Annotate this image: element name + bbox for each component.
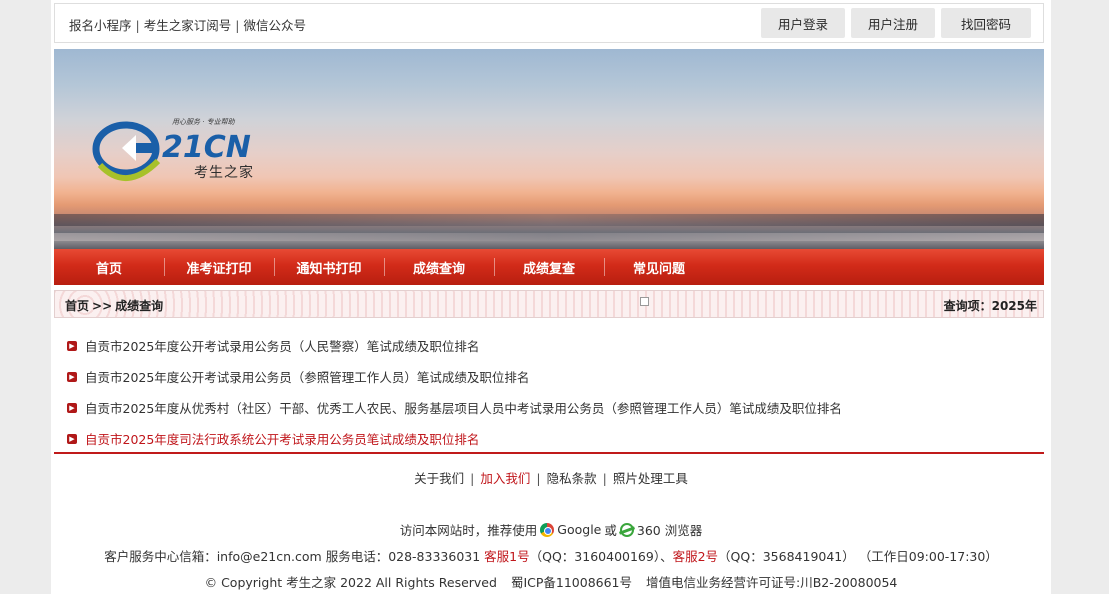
logo-text: 21CN (162, 130, 251, 165)
list-item-title[interactable]: 自贡市2025年度从优秀村（社区）干部、优秀工人农民、服务基层项目人员中考试录用… (85, 398, 842, 417)
banner-cloud-band (54, 233, 1044, 241)
external-link-icon (640, 297, 649, 306)
bullet-arrow-icon: ▶ (67, 402, 77, 413)
nav-item-notice-print[interactable]: 通知书打印 (274, 249, 384, 285)
list-item[interactable]: ▶ 自贡市2025年度公开考试录用公务员（参照管理工作人员）笔试成绩及职位排名 (67, 361, 1027, 392)
work-hours: （工作日09:00-17:30） (858, 549, 998, 564)
kefu2-qq: （QQ：3568419041） (718, 549, 855, 564)
top-link-separator: | (135, 18, 140, 33)
page-container: 报名小程序 | 考生之家订阅号 | 微信公众号 用户登录 用户注册 找回密码 21CN … (51, 0, 1051, 594)
list-item-title[interactable]: 自贡市2025年度司法行政系统公开考试录用公务员笔试成绩及职位排名 (85, 429, 479, 448)
top-link-wechat[interactable]: 微信公众号 (243, 18, 306, 33)
chrome-icon (540, 522, 555, 537)
breadcrumb: 首页 >> 成绩查询 (65, 297, 163, 314)
footer-link-about[interactable]: 关于我们 (414, 471, 464, 486)
breadcrumb-arrow: >> (92, 299, 113, 313)
list-item[interactable]: ▶ 自贡市2025年度从优秀村（社区）干部、优秀工人农民、服务基层项目人员中考试… (67, 392, 1027, 423)
recover-password-button[interactable]: 找回密码 (941, 8, 1031, 38)
bullet-arrow-icon: ▶ (67, 433, 77, 444)
breadcrumb-current: 成绩查询 (115, 299, 164, 313)
register-button[interactable]: 用户注册 (851, 8, 935, 38)
login-button[interactable]: 用户登录 (761, 8, 845, 38)
top-bar: 报名小程序 | 考生之家订阅号 | 微信公众号 用户登录 用户注册 找回密码 (54, 3, 1044, 43)
bullet-arrow-icon: ▶ (67, 340, 77, 351)
top-link-subscription[interactable]: 考生之家订阅号 (144, 18, 232, 33)
copyright-line: © Copyright 考生之家 2022 All Rights Reserve… (51, 572, 1051, 591)
copyright-text: © Copyright 考生之家 2022 All Rights Reserve… (204, 575, 497, 590)
query-item-label: 查询项：2025年 (943, 299, 1037, 313)
top-link-separator: | (235, 18, 240, 33)
contact-info: 客户服务中心信箱：info@e21cn.com 服务电话：028-8333603… (51, 546, 1051, 565)
main-nav: 首页 准考证打印 通知书打印 成绩查询 成绩复查 常见问题 (54, 249, 1044, 285)
nav-item-admission-ticket[interactable]: 准考证打印 (164, 249, 274, 285)
footer-link-privacy[interactable]: 隐私条款 (547, 471, 597, 486)
browser-360: 360 浏览器 (636, 523, 703, 538)
browser-recommendation: 访问本网站时，推荐使用 Google 或 360 浏览器 (51, 520, 1051, 539)
ie-360-icon (619, 522, 634, 537)
footer-link-photo-tool[interactable]: 照片处理工具 (613, 471, 688, 486)
logo-subtitle: 考生之家 (194, 165, 254, 181)
browser-prefix: 访问本网站时，推荐使用 (399, 523, 538, 538)
logo-slogan: 用心服务 · 专业帮助 (172, 118, 235, 126)
footer-link-separator: | (602, 471, 607, 486)
breadcrumb-bar: 首页 >> 成绩查询 查询项：2025年 (54, 290, 1044, 318)
nav-item-score-query[interactable]: 成绩查询 (384, 249, 494, 285)
kefu1-link[interactable]: 客服1号 (484, 549, 529, 564)
header-banner: 21CN 用心服务 · 专业帮助 考生之家 (54, 49, 1044, 249)
list-item[interactable]: ▶ 自贡市2025年度公开考试录用公务员（人民警察）笔试成绩及职位排名 (67, 330, 1027, 361)
footer-link-separator: | (470, 471, 475, 486)
kefu1-qq: （QQ：3160400169）、 (529, 549, 673, 564)
icp-link[interactable]: 蜀ICP备11008661号 (511, 575, 632, 590)
top-link-miniprogram[interactable]: 报名小程序 (69, 18, 132, 33)
account-buttons: 用户登录 用户注册 找回密码 (761, 8, 1031, 38)
license-text: 增值电信业务经营许可证号:川B2-20080054 (646, 575, 898, 590)
browser-google: Google (557, 522, 602, 537)
list-item[interactable]: ▶ 自贡市2025年度司法行政系统公开考试录用公务员笔试成绩及职位排名 (67, 423, 1027, 454)
top-links: 报名小程序 | 考生之家订阅号 | 微信公众号 (69, 15, 306, 34)
nav-item-score-review[interactable]: 成绩复查 (494, 249, 604, 285)
banner-cloud-band (54, 214, 1044, 226)
content-divider (54, 452, 1044, 454)
list-item-title[interactable]: 自贡市2025年度公开考试录用公务员（人民警察）笔试成绩及职位排名 (85, 336, 479, 355)
list-item-title[interactable]: 自贡市2025年度公开考试录用公务员（参照管理工作人员）笔试成绩及职位排名 (85, 367, 529, 386)
breadcrumb-home[interactable]: 首页 (65, 299, 89, 313)
footer-link-separator: | (536, 471, 541, 486)
footer-link-join[interactable]: 加入我们 (480, 471, 530, 486)
score-list: ▶ 自贡市2025年度公开考试录用公务员（人民警察）笔试成绩及职位排名 ▶ 自贡… (67, 330, 1027, 454)
bullet-arrow-icon: ▶ (67, 371, 77, 382)
footer-links: 关于我们 | 加入我们 | 隐私条款 | 照片处理工具 (51, 468, 1051, 487)
contact-phone: 服务电话：028-83336031 (325, 549, 481, 564)
contact-email: 客户服务中心信箱：info@e21cn.com (104, 549, 322, 564)
nav-item-home[interactable]: 首页 (54, 249, 164, 285)
kefu2-link[interactable]: 客服2号 (673, 549, 718, 564)
nav-item-faq[interactable]: 常见问题 (604, 249, 714, 285)
browser-or: 或 (604, 523, 617, 538)
